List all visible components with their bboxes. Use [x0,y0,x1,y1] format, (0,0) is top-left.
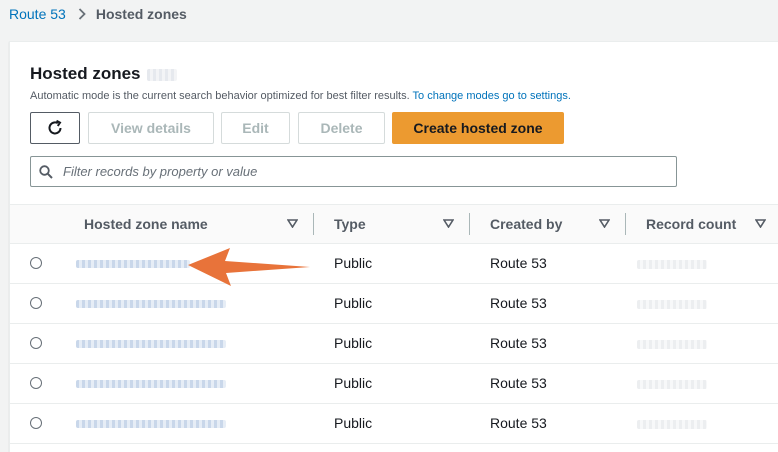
breadcrumb-route53-link[interactable]: Route 53 [9,6,66,22]
row-select-radio[interactable] [30,377,42,389]
column-divider[interactable] [469,213,470,235]
create-hosted-zone-button[interactable]: Create hosted zone [392,112,564,144]
column-header-name[interactable]: Hosted zone name [84,205,208,243]
table-row[interactable]: Public Route 53 [10,363,778,404]
row-select-radio[interactable] [30,417,42,429]
table-row[interactable]: Public Route 53 [10,243,778,284]
row-select-radio[interactable] [30,297,42,309]
record-count-redacted [637,300,707,309]
hosted-zone-name-redacted[interactable] [76,380,226,388]
settings-link[interactable]: To change modes go to settings. [413,90,571,102]
type-cell: Public [334,335,373,351]
created-by-cell: Route 53 [490,375,547,391]
type-cell: Public [334,415,373,431]
search-mode-description: Automatic mode is the current search beh… [30,90,571,102]
table-row[interactable]: Public Route 53 [10,323,778,364]
sort-caret-icon[interactable] [443,219,454,228]
description-text: Automatic mode is the current search beh… [30,90,410,102]
hosted-zone-name-redacted[interactable] [76,340,226,348]
delete-button[interactable]: Delete [298,112,385,144]
column-divider[interactable] [313,213,314,235]
refresh-button[interactable] [30,112,80,144]
breadcrumb: Route 53 Hosted zones [9,6,187,22]
search-icon [39,164,53,179]
created-by-cell: Route 53 [490,335,547,351]
zone-count-redacted [147,69,177,81]
column-header-record-count[interactable]: Record count [646,205,736,243]
table-row[interactable]: Public Route 53 [10,403,778,444]
table-row[interactable]: Public Route 53 [10,283,778,324]
created-by-cell: Route 53 [490,415,547,431]
created-by-cell: Route 53 [490,255,547,271]
type-cell: Public [334,375,373,391]
sort-caret-icon[interactable] [755,219,766,228]
filter-bar [30,156,677,187]
record-count-redacted [637,420,707,429]
column-header-type[interactable]: Type [334,205,366,243]
type-cell: Public [334,255,373,271]
filter-input[interactable] [61,163,676,180]
refresh-icon [48,119,62,135]
view-details-button[interactable]: View details [88,112,214,144]
created-by-cell: Route 53 [490,295,547,311]
page-title: Hosted zones [30,64,141,83]
row-select-radio[interactable] [30,337,42,349]
annotation-arrow-icon [188,248,310,286]
edit-button[interactable]: Edit [221,112,290,144]
column-header-created-by[interactable]: Created by [490,205,562,243]
table-header: Hosted zone name Type Created by Record … [10,204,778,244]
chevron-right-icon [78,8,86,20]
sort-caret-icon[interactable] [599,219,610,228]
hosted-zone-name-redacted[interactable] [76,260,190,268]
hosted-zone-name-redacted[interactable] [76,420,226,428]
record-count-redacted [637,260,707,269]
row-select-radio[interactable] [30,257,42,269]
hosted-zones-panel: Hosted zones Automatic mode is the curre… [9,41,778,452]
column-divider[interactable] [625,213,626,235]
hosted-zone-name-redacted[interactable] [76,300,226,308]
record-count-redacted [637,380,707,389]
sort-caret-icon[interactable] [287,219,298,228]
breadcrumb-current: Hosted zones [95,6,187,22]
type-cell: Public [334,295,373,311]
record-count-redacted [637,340,707,349]
